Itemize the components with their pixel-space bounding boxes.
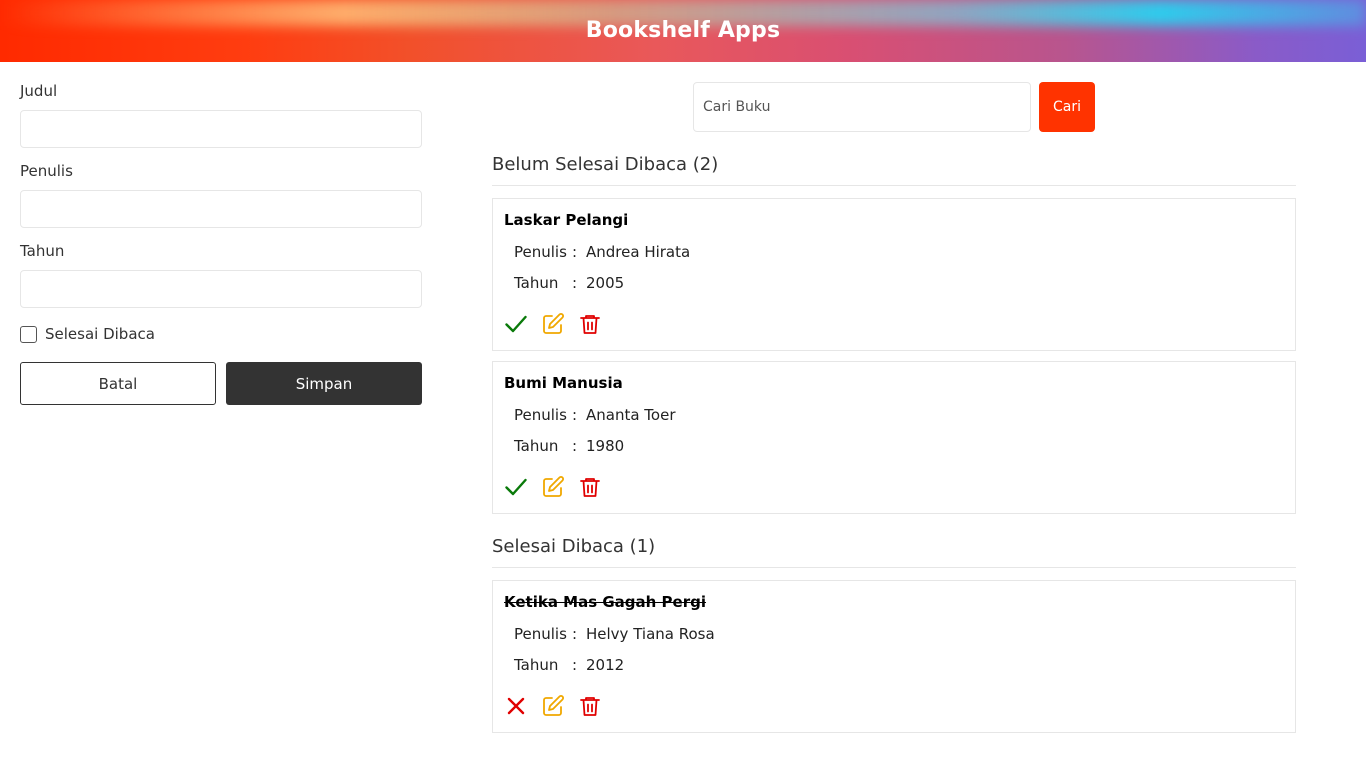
book-year-row: Tahun : 2012	[514, 656, 624, 674]
author-key: Penulis	[514, 406, 567, 424]
book-author-row: Penulis : Helvy Tiana Rosa	[514, 625, 715, 643]
title-input[interactable]	[20, 110, 422, 148]
trash-icon[interactable]	[578, 312, 602, 336]
book-year: 1980	[586, 437, 625, 455]
read-section-heading: Selesai Dibaca (1)	[492, 536, 1296, 568]
search-input[interactable]	[693, 82, 1031, 132]
edit-icon[interactable]	[541, 475, 565, 499]
title-label: Judul	[20, 82, 58, 100]
author-input[interactable]	[20, 190, 422, 228]
year-label: Tahun	[20, 242, 65, 260]
book-year-row: Tahun : 2005	[514, 274, 624, 292]
book-author: Helvy Tiana Rosa	[586, 625, 715, 643]
author-label: Penulis	[20, 162, 73, 180]
book-title: Bumi Manusia	[504, 374, 623, 392]
trash-icon[interactable]	[578, 475, 602, 499]
author-key: Penulis	[514, 625, 567, 643]
book-author-row: Penulis : Andrea Hirata	[514, 243, 690, 261]
unread-section-heading: Belum Selesai Dibaca (2)	[492, 154, 1296, 186]
search-button[interactable]: Cari	[1039, 82, 1095, 132]
x-icon[interactable]	[504, 694, 528, 718]
year-key: Tahun	[514, 437, 559, 455]
separator: :	[572, 437, 578, 455]
check-icon[interactable]	[504, 312, 528, 336]
book-author: Andrea Hirata	[586, 243, 691, 261]
app-header: Bookshelf Apps	[0, 0, 1366, 62]
edit-icon[interactable]	[541, 312, 565, 336]
app-title: Bookshelf Apps	[585, 18, 781, 43]
trash-icon[interactable]	[578, 694, 602, 718]
book-year-row: Tahun : 1980	[514, 437, 624, 455]
finished-checkbox[interactable]	[20, 325, 37, 343]
book-author: Ananta Toer	[586, 406, 676, 424]
book-title: Ketika Mas Gagah Pergi	[504, 593, 707, 611]
finished-checkbox-row[interactable]: Selesai Dibaca	[20, 322, 422, 346]
book-card: Ketika Mas Gagah Pergi Penulis : Helvy T…	[492, 580, 1296, 733]
year-key: Tahun	[514, 274, 559, 292]
save-button[interactable]: Simpan	[226, 362, 422, 405]
check-icon[interactable]	[504, 475, 528, 499]
finished-checkbox-label: Selesai Dibaca	[45, 325, 155, 343]
book-card: Laskar Pelangi Penulis : Andrea Hirata T…	[492, 198, 1296, 351]
book-title: Laskar Pelangi	[504, 211, 629, 229]
separator: :	[572, 274, 578, 292]
book-year: 2012	[586, 656, 625, 674]
author-key: Penulis	[514, 243, 567, 261]
book-form: Judul Penulis Tahun Selesai Dibaca Batal…	[20, 82, 422, 405]
separator: :	[572, 243, 578, 261]
book-card: Bumi Manusia Penulis : Ananta Toer Tahun…	[492, 361, 1296, 514]
year-key: Tahun	[514, 656, 559, 674]
year-input[interactable]	[20, 270, 422, 308]
separator: :	[572, 656, 578, 674]
book-author-row: Penulis : Ananta Toer	[514, 406, 676, 424]
separator: :	[572, 406, 578, 424]
cancel-button[interactable]: Batal	[20, 362, 216, 405]
book-year: 2005	[586, 274, 625, 292]
separator: :	[572, 625, 578, 643]
edit-icon[interactable]	[541, 694, 565, 718]
